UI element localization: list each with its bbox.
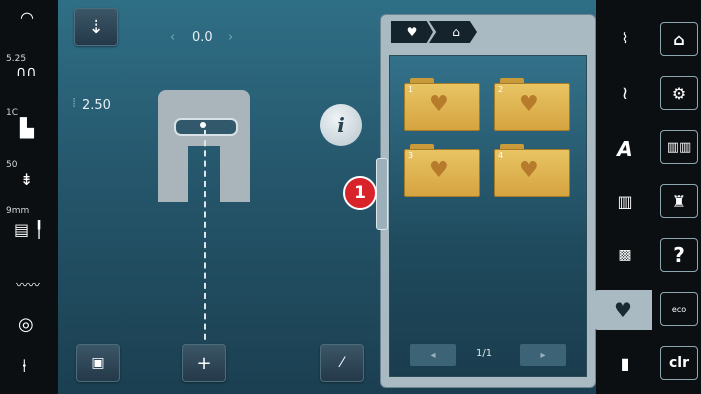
add-stitch-button[interactable]: +: [182, 344, 226, 382]
square-icon: ▣: [91, 355, 105, 371]
left-status-bar: ◠ 5.25 ∩∩ 1C ▙ 50 ⇟ 9mm ▤ ╿ 〰〰 ◎ ⍿: [0, 0, 58, 394]
folder-item[interactable]: 1 ♥: [404, 78, 480, 131]
folder-icon: ⌂: [452, 25, 460, 39]
presser-pressure-value: 50: [6, 160, 18, 170]
alphabets-icon[interactable]: A: [604, 134, 646, 164]
system-buttons: ⌂ ⚙ ▥▥ ♜ ? eco clr: [654, 0, 701, 394]
decorative-stitches-icon[interactable]: ≀: [604, 78, 646, 108]
pen-icon: ⁄: [340, 355, 344, 371]
personal-program-tab[interactable]: ♥: [594, 290, 652, 330]
quilt-stitches-icon[interactable]: ▩: [604, 240, 646, 270]
stitch-width-value: 2.50: [82, 98, 111, 113]
stitch-plate-icon[interactable]: ▤ ╿: [14, 220, 44, 239]
wifi-icon[interactable]: ◠: [20, 8, 34, 27]
creative-consultant-button[interactable]: ♜: [660, 184, 698, 218]
sewing-machine-screen: ◠ 5.25 ∩∩ 1C ▙ 50 ⇟ 9mm ▤ ╿ 〰〰 ◎ ⍿ ⇣ ‹ 0…: [0, 0, 701, 394]
presser-foot-value: 1C: [6, 108, 19, 118]
chevron-left-icon: ◂: [430, 349, 436, 361]
heart-icon: ♥: [406, 25, 418, 39]
gear-icon: ⚙: [671, 83, 687, 103]
breadcrumb: ♥ ⌂: [391, 21, 477, 43]
clr-label: clr: [668, 355, 689, 371]
bobbin-icon[interactable]: ◎: [18, 314, 34, 335]
info-button[interactable]: i: [320, 104, 362, 146]
tension-icon[interactable]: ∩∩: [16, 64, 37, 80]
callout-badge: 1: [343, 176, 377, 210]
memory-icon[interactable]: ▮: [604, 348, 646, 378]
personal-program-panel: ♥ ⌂ 1 ♥ 2 ♥ 3 ♥ 4 ♥ ◂ 1/1 ▸: [380, 14, 596, 388]
needle-position-value: 0.0: [192, 30, 213, 45]
feed-dog-icon[interactable]: 〰〰: [16, 276, 40, 293]
chevron-right-icon: ▸: [540, 349, 546, 361]
panel-drag-handle[interactable]: [376, 158, 388, 230]
breadcrumb-folder[interactable]: ⌂: [429, 21, 477, 43]
folder-item[interactable]: 4 ♥: [494, 144, 570, 197]
page-next-button[interactable]: ▸: [520, 344, 566, 366]
heart-icon: ♥: [614, 298, 632, 322]
stitch-line: [204, 130, 206, 350]
folder-number: 1: [408, 85, 414, 94]
plus-icon: +: [196, 352, 212, 374]
eco-icon: eco: [671, 304, 687, 314]
heart-icon: ♥: [429, 92, 449, 117]
page-prev-button[interactable]: ◂: [410, 344, 456, 366]
stitch-view-button[interactable]: ▣: [76, 344, 120, 382]
help-icon: ?: [673, 243, 685, 267]
heart-icon: ♥: [519, 158, 539, 183]
tutorial-button[interactable]: ▥▥: [660, 130, 698, 164]
clear-button[interactable]: clr: [660, 346, 698, 380]
eco-button[interactable]: eco: [660, 292, 698, 326]
dress-form-icon: ♜: [671, 191, 687, 211]
stitch-plate-value: 9mm: [6, 206, 30, 216]
needle-threader-icon[interactable]: ⍿: [22, 356, 27, 377]
help-button[interactable]: ?: [660, 238, 698, 272]
home-icon: ⌂: [673, 29, 685, 49]
needle-position-button[interactable]: ⇣: [74, 8, 118, 46]
folder-item[interactable]: 3 ♥: [404, 144, 480, 197]
folder-number: 3: [408, 151, 414, 160]
practical-stitches-icon[interactable]: ⌇: [604, 24, 646, 54]
presser-pressure-icon[interactable]: ⇟: [20, 170, 33, 189]
needle-pos-decrement[interactable]: ‹: [170, 30, 175, 45]
buttonholes-icon[interactable]: ▥: [604, 186, 646, 216]
page-indicator: 1/1: [476, 348, 493, 359]
edit-stitch-button[interactable]: ⁄: [320, 344, 364, 382]
stitch-edit-area: ⇣ ‹ 0.0 › ⁞ 2.50 i ▣ + ⁄: [58, 0, 380, 394]
stitch-width-indicator-icon: ⁞: [72, 96, 77, 111]
breadcrumb-heart[interactable]: ♥: [391, 21, 433, 43]
info-icon: i: [337, 113, 345, 137]
folder-number: 4: [498, 151, 504, 160]
folder-number: 2: [498, 85, 504, 94]
setup-button[interactable]: ⚙: [660, 76, 698, 110]
upper-thread-tension-value: 5.25: [6, 54, 27, 64]
presser-foot-icon[interactable]: ▙: [20, 118, 34, 139]
book-icon: ▥▥: [666, 139, 692, 155]
heart-icon: ♥: [429, 158, 449, 183]
category-strip: ⌇ ≀ A ▥ ▩: [596, 0, 654, 394]
folder-item[interactable]: 2 ♥: [494, 78, 570, 131]
folder-grid: 1 ♥ 2 ♥ 3 ♥ 4 ♥ ◂ 1/1 ▸: [389, 55, 587, 377]
needle-icon: ⇣: [88, 16, 104, 38]
heart-icon: ♥: [519, 92, 539, 117]
home-button[interactable]: ⌂: [660, 22, 698, 56]
needle-pos-increment[interactable]: ›: [228, 30, 233, 45]
